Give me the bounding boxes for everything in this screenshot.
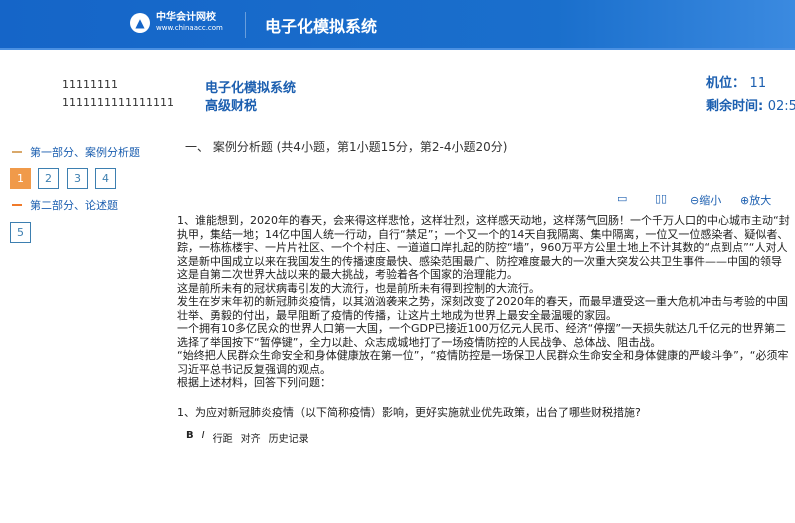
line-spacing-button[interactable]: 行距 [213, 430, 233, 445]
enlarge-label: 放大 [749, 194, 772, 207]
zoom-in-icon: ⊕ [740, 194, 750, 207]
material-line: 执甲，集结一地；14亿中国人统一行动，自行“禁足”；一个又一个的14天自我隔离、… [177, 227, 789, 241]
seat-label: 机位： [706, 76, 746, 91]
material-line: 一个拥有10多亿民众的世界人口第一大国，一个GDP已接近100万亿元人民币、经济… [177, 322, 787, 335]
editor-toolbar: B I 行距 对齐 历史记录 [186, 430, 309, 445]
time-label: 剩余时间: [706, 99, 764, 114]
material-line: 壮举、勇毅的付出，最早阻断了疫情的传播，让这片土地成为世界上最安全最温暖的家园。 [177, 308, 617, 322]
remaining-time: 剩余时间: 02:5 [706, 95, 795, 114]
question-nav-4[interactable]: 4 [95, 168, 116, 189]
italic-button[interactable]: I [202, 430, 205, 445]
material-line: 根据上述材料，回答下列问题： [177, 376, 331, 389]
material-line: “始终把人民群众生命安全和身体健康放在第一位”，“疫情防控是一场保卫人民群众生命… [177, 349, 789, 362]
header-divider [245, 12, 246, 38]
user-id-1: 11111111 [62, 78, 118, 91]
section-label: 第一部分、案例分析题 [30, 146, 140, 159]
bold-button[interactable]: B [186, 430, 194, 445]
logo-icon: ▲ [130, 12, 150, 33]
user-id-2: 1111111111111111 [62, 96, 174, 109]
zoom-out-icon: ⊖ [690, 194, 700, 207]
logo-text: 中华会计网校 [156, 12, 216, 23]
section-label: 第二部分、论述题 [30, 199, 118, 212]
dash-icon [12, 151, 22, 153]
question-nav-2[interactable]: 2 [38, 168, 59, 189]
question-nav-3[interactable]: 3 [67, 168, 88, 189]
material-line: 习近平总书记反复强调的观点。 [177, 362, 331, 376]
material-line: 发生在岁末年初的新冠肺炎疫情，以其汹汹袭来之势，深刻改变了2020年的春天，而最… [177, 295, 788, 308]
single-column-icon[interactable]: ▭ [617, 192, 627, 205]
material-line: 踪，一栋栋楼宇、一片片社区、一个个村庄、一道道口岸扎起的防控“墙”，960万平方… [177, 241, 788, 254]
header-bar: ▲ 中华会计网校 www.chinaacc.com 电子化模拟系统 [0, 0, 795, 50]
sidebar-section-2[interactable]: 第二部分、论述题 [12, 197, 118, 213]
seat-info: 机位： 11 [706, 72, 766, 91]
question-nav-5[interactable]: 5 [10, 222, 31, 243]
shrink-button[interactable]: ⊖缩小 [690, 192, 721, 208]
enlarge-button[interactable]: ⊕放大 [740, 192, 771, 208]
dash-icon [12, 204, 22, 206]
material-line: 1、谁能想到，2020年的春天，会来得这样悲怆，这样壮烈，这样感天动地，这样荡气… [177, 214, 790, 227]
app-title: 电子化模拟系统 [265, 17, 378, 36]
seat-value: 11 [749, 76, 767, 91]
logo-url: www.chinaacc.com [156, 24, 223, 32]
sidebar-section-1[interactable]: 第一部分、案例分析题 [12, 144, 140, 160]
system-name: 电子化模拟系统 [205, 81, 297, 96]
time-value: 02:5 [767, 99, 795, 114]
question-text: 1、为应对新冠肺炎疫情（以下简称疫情）影响，更好实施就业优先政策，出台了哪些财税… [177, 406, 641, 419]
material-line: 选择了举国按下“暂停键”，全力以赴、众志成城地打了一场疫情防控的人民战争、总体战… [177, 335, 662, 349]
shrink-label: 缩小 [699, 194, 722, 207]
material-line: 这是前所未有的冠状病毒引发的大流行，也是前所未有得到控制的大流行。 [177, 281, 540, 295]
question-nav-1[interactable]: 1 [10, 168, 31, 189]
history-button[interactable]: 历史记录 [269, 430, 309, 445]
logo: ▲ 中华会计网校 www.chinaacc.com [130, 12, 223, 33]
material-line: 这是新中国成立以来在我国发生的传播速度最快、感染范围最广、防控难度最大的一次重大… [177, 254, 782, 268]
material-line: 这是自第二次世界大战以来的最大挑战，考验着各个国家的治理能力。 [177, 268, 518, 281]
align-button[interactable]: 对齐 [241, 430, 261, 445]
two-column-icon[interactable]: ▯▯ [655, 192, 667, 205]
case-material: 1、谁能想到，2020年的春天，会来得这样悲怆，这样壮烈，这样感天动地，这样荡气… [177, 214, 795, 390]
part-title: 一、 案例分析题 (共4小题，第1小题15分，第2-4小题20分) [185, 140, 508, 154]
subject-name: 高级财税 [205, 99, 258, 114]
